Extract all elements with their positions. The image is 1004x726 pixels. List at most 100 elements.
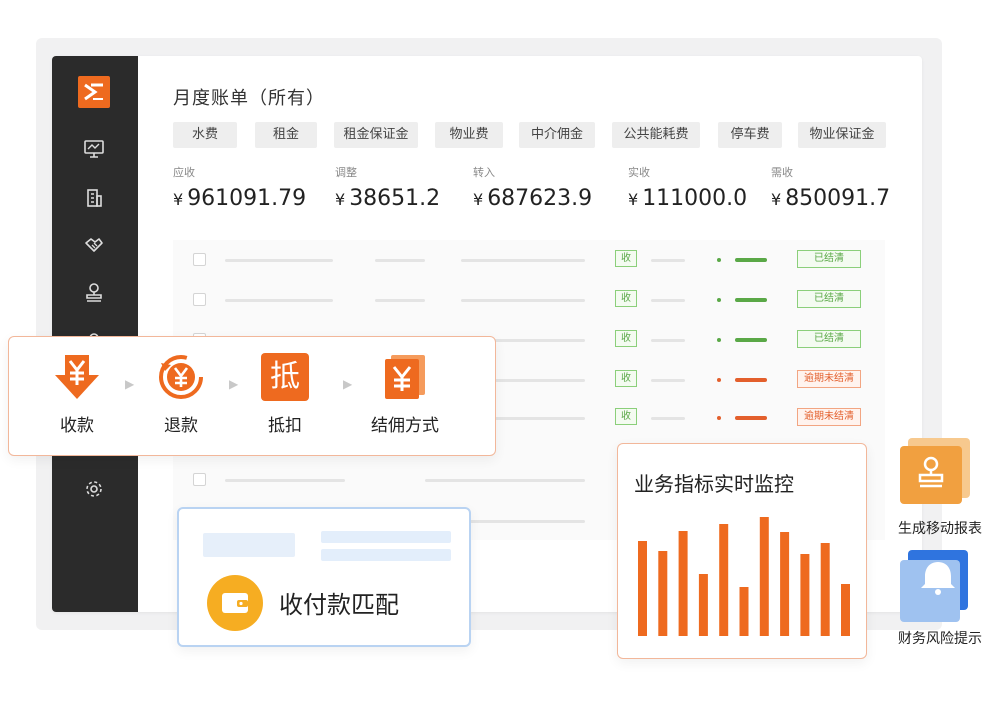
feature-label: 生成移动报表: [898, 521, 982, 537]
tab-property-deposit[interactable]: 物业保证金: [798, 122, 886, 148]
chart-bar: [719, 524, 729, 636]
status-bar: [735, 378, 767, 382]
arrow-right-icon: ▶: [125, 377, 135, 391]
handshake-icon[interactable]: [83, 234, 105, 256]
receipt-tag: 收: [615, 370, 637, 387]
placeholder-text: [375, 259, 425, 262]
stat-label: 应收: [173, 166, 195, 179]
placeholder-text: [225, 479, 345, 482]
currency-symbol: ¥: [335, 190, 346, 209]
payment-method-label: 退款: [164, 416, 198, 436]
tab-water-fee[interactable]: 水费: [173, 122, 237, 148]
chart-bar: [739, 587, 749, 636]
row-checkbox[interactable]: [193, 473, 206, 486]
receipt-tag: 收: [615, 290, 637, 307]
stat-transfer-in: 转入 ¥687623.9: [473, 164, 592, 211]
receipt-tag: 收: [615, 330, 637, 347]
stat-label: 实收: [628, 166, 650, 179]
tab-public-energy-fee[interactable]: 公共能耗费: [612, 122, 700, 148]
status-badge: 已结清: [797, 250, 861, 268]
payment-method-collect[interactable]: 收款: [49, 353, 105, 436]
status-bar: [735, 338, 767, 342]
payment-method-label: 结佣方式: [371, 416, 439, 436]
logo: [78, 76, 110, 108]
stat-label: 转入: [473, 166, 495, 179]
yen-down-arrow-icon: [53, 353, 101, 401]
stat-amount: 111000.0: [642, 186, 748, 211]
stage: 月度账单（所有） 水费 租金 租金保证金 物业费 中介佣金 公共能耗费 停车费 …: [0, 0, 1004, 726]
tab-agency-commission[interactable]: 中介佣金: [519, 122, 595, 148]
payment-match-card[interactable]: 收付款匹配: [177, 507, 471, 647]
sidebar: [52, 56, 138, 612]
chart-bar: [759, 517, 769, 636]
placeholder-text: [651, 417, 685, 420]
chart-bar: [820, 543, 830, 636]
stat-label: 调整: [335, 166, 357, 179]
placeholder-text: [461, 259, 585, 262]
feature-mobile-report[interactable]: 生成移动报表: [886, 438, 994, 538]
placeholder-text: [321, 531, 451, 543]
placeholder-text: [225, 259, 333, 262]
tab-rent[interactable]: 租金: [255, 122, 317, 148]
status-dot: [717, 416, 721, 420]
placeholder-text: [651, 259, 685, 262]
stamp-report-icon: [900, 438, 970, 504]
status-dot: [717, 378, 721, 382]
status-badge: 已结清: [797, 330, 861, 348]
bell-icon: [900, 550, 968, 622]
status-badge: 逾期未结清: [797, 370, 861, 388]
deduct-char-icon: 抵: [261, 353, 309, 401]
stat-value: ¥111000.0: [628, 186, 747, 211]
stat-value: ¥961091.79: [173, 186, 306, 211]
stat-amount: 961091.79: [187, 186, 307, 211]
chart-bar: [800, 554, 810, 636]
deduct-glyph: 抵: [261, 353, 309, 401]
stat-receivable: 应收 ¥961091.79: [173, 164, 306, 211]
status-dot: [717, 258, 721, 262]
payment-method-refund[interactable]: 退款: [153, 353, 209, 436]
placeholder-text: [425, 479, 585, 482]
payment-method-label: 抵扣: [268, 416, 302, 436]
tab-parking-fee[interactable]: 停车费: [718, 122, 782, 148]
tab-property-fee[interactable]: 物业费: [435, 122, 503, 148]
payment-method-deduct[interactable]: 抵 抵扣: [257, 353, 313, 436]
table-row[interactable]: 收 已结清: [173, 280, 885, 320]
stamp-icon[interactable]: [83, 281, 105, 303]
chart-bar: [780, 532, 790, 636]
status-bar: [735, 416, 767, 420]
yen-stack-icon: [381, 353, 429, 401]
building-icon[interactable]: [83, 187, 105, 209]
currency-symbol: ¥: [628, 190, 639, 209]
feature-risk-alert[interactable]: 财务风险提示: [886, 550, 994, 648]
placeholder-text: [651, 339, 685, 342]
settings-gear-icon[interactable]: [83, 478, 105, 500]
stat-amount: 687623.9: [487, 186, 593, 211]
monitor-icon[interactable]: [83, 138, 105, 160]
status-bar: [735, 258, 767, 262]
stat-value: ¥850091.7: [771, 186, 890, 211]
placeholder-text: [651, 299, 685, 302]
payment-method-commission[interactable]: 结佣方式: [365, 353, 445, 436]
status-dot: [717, 298, 721, 302]
arrow-right-icon: ▶: [229, 377, 239, 391]
chart-bar: [638, 541, 647, 636]
receipt-tag: 收: [615, 250, 637, 267]
currency-symbol: ¥: [771, 190, 782, 209]
table-row[interactable]: 收 已结清: [173, 240, 885, 280]
status-badge: 逾期未结清: [797, 408, 861, 426]
kpi-monitor-card: 业务指标实时监控: [617, 443, 867, 659]
page-title: 月度账单（所有）: [173, 88, 325, 109]
row-checkbox[interactable]: [193, 253, 206, 266]
currency-symbol: ¥: [473, 190, 484, 209]
feature-label: 财务风险提示: [898, 631, 982, 647]
stat-received: 实收 ¥111000.0: [628, 164, 747, 211]
currency-symbol: ¥: [173, 190, 184, 209]
chart-bar: [841, 584, 850, 636]
status-badge: 已结清: [797, 290, 861, 308]
receipt-tag: 收: [615, 408, 637, 425]
stat-due: 需收 ¥850091.7: [771, 164, 890, 211]
row-checkbox[interactable]: [193, 293, 206, 306]
placeholder-text: [375, 299, 425, 302]
tab-rent-deposit[interactable]: 租金保证金: [334, 122, 418, 148]
chart-bar: [658, 551, 668, 636]
